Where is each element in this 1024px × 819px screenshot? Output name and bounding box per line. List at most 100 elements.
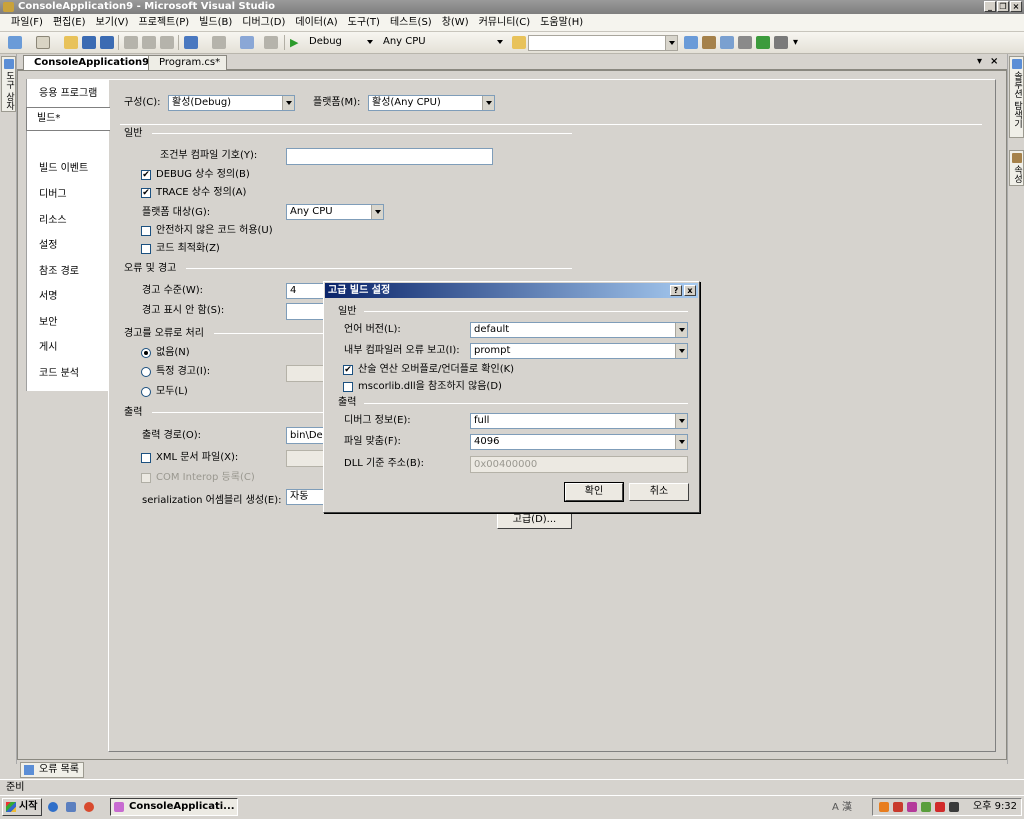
ime-indicator[interactable]: A 漢 (832, 802, 852, 814)
menu-data[interactable]: 데이터(A) (290, 14, 342, 32)
platform-target-select[interactable]: Any CPU (286, 204, 384, 220)
nav-debug[interactable]: 디버그 (39, 189, 67, 201)
open-file-icon[interactable] (64, 36, 78, 49)
solution-platform-combo[interactable]: Any CPU (380, 35, 506, 51)
nav-reference-paths[interactable]: 참조 경로 (39, 266, 79, 278)
menu-build[interactable]: 빌드(B) (194, 14, 237, 32)
optimize-checkbox[interactable] (141, 244, 151, 254)
tab-project-properties[interactable]: ConsoleApplication9* (23, 55, 162, 71)
copy-icon[interactable] (142, 36, 156, 49)
start-debug-icon[interactable]: ▶ (290, 36, 304, 49)
redo-icon[interactable] (212, 36, 226, 49)
navigate-icon[interactable] (240, 36, 254, 49)
properties-icon[interactable] (702, 36, 716, 49)
compiler-error-select[interactable]: prompt (470, 343, 688, 359)
menu-debug[interactable]: 디버그(D) (237, 14, 290, 32)
taskbar-item-visual-studio[interactable]: ConsoleApplicati... (110, 798, 238, 816)
save-icon[interactable] (82, 36, 96, 49)
lang-version-select[interactable]: default (470, 322, 688, 338)
cancel-button[interactable]: 취소 (629, 483, 689, 501)
cond-symbols-input[interactable] (286, 148, 493, 165)
find-in-files-icon[interactable] (512, 36, 526, 49)
menu-file[interactable]: 파일(F) (6, 14, 48, 32)
tray-app-icon-4[interactable] (921, 802, 931, 812)
toolbox-side-tab[interactable]: 도구 상자 (1, 56, 16, 112)
properties-side-tab[interactable]: 속성 (1009, 150, 1024, 186)
xml-doc-checkbox[interactable] (141, 453, 151, 463)
toolbox-icon[interactable] (738, 36, 752, 49)
add-item-icon[interactable] (36, 36, 50, 49)
debug-const-checkbox[interactable]: ✔ (141, 170, 151, 180)
more-tools-icon[interactable] (774, 36, 788, 49)
object-browser-icon[interactable] (720, 36, 734, 49)
solution-config-combo[interactable]: Debug (306, 35, 376, 51)
nav-publish[interactable]: 게시 (39, 342, 57, 354)
nav-resources[interactable]: 리소스 (39, 215, 67, 227)
ok-button[interactable]: 확인 (564, 482, 624, 502)
output-path-input[interactable]: bin\De (286, 427, 324, 444)
tray-app-icon-1[interactable] (879, 802, 889, 812)
nav-security[interactable]: 보안 (39, 317, 57, 329)
restore-button[interactable]: ❐ (997, 1, 1009, 12)
tray-app-icon-2[interactable] (893, 802, 903, 812)
warning-level-select[interactable]: 4 (286, 283, 324, 299)
advanced-button[interactable]: 고급(D)... (497, 511, 572, 529)
specific-warnings-input[interactable] (286, 365, 324, 382)
menu-view[interactable]: 보기(V) (91, 14, 134, 32)
paste-icon[interactable] (160, 36, 174, 49)
menu-test[interactable]: 테스트(S) (385, 14, 437, 32)
no-mscorlib-checkbox[interactable] (343, 382, 353, 392)
solution-explorer-side-tab[interactable]: 솔루션 탐색기 (1009, 56, 1024, 138)
error-list-tab[interactable]: 오류 목록 (20, 762, 84, 778)
dll-base-input[interactable]: 0x00400000 (470, 456, 688, 473)
platform-select[interactable]: 활성(Any CPU) (368, 95, 495, 111)
cut-icon[interactable] (124, 36, 138, 49)
tab-program-cs[interactable]: Program.cs* (148, 55, 228, 70)
toolbar-overflow-icon[interactable]: ▾ (793, 37, 798, 49)
menu-project[interactable]: 프로젝트(P) (134, 14, 195, 32)
dialog-help-button[interactable]: ? (670, 285, 682, 296)
menu-tools[interactable]: 도구(T) (343, 14, 385, 32)
unsafe-code-checkbox[interactable] (141, 226, 151, 236)
start-page-icon[interactable] (756, 36, 770, 49)
close-document-icon[interactable]: × (990, 56, 998, 68)
config-select[interactable]: 활성(Debug) (168, 95, 295, 111)
nav-code-analysis[interactable]: 코드 분석 (39, 368, 79, 380)
tab-list-dropdown-icon[interactable]: ▾ (977, 56, 982, 68)
dialog-close-button[interactable]: x (684, 285, 696, 296)
menu-community[interactable]: 커뮤니티(C) (474, 14, 536, 32)
nav-settings[interactable]: 설정 (39, 240, 57, 252)
start-button[interactable]: 시작 (2, 798, 42, 816)
close-window-button[interactable]: × (1010, 1, 1022, 12)
ie-icon[interactable] (48, 802, 58, 812)
tray-app-icon-6[interactable] (949, 802, 959, 812)
nav-build-selected[interactable]: 빌드* (26, 107, 110, 131)
tray-app-icon-5[interactable] (935, 802, 945, 812)
trace-const-checkbox[interactable]: ✔ (141, 188, 151, 198)
undo-icon[interactable] (184, 36, 198, 49)
treat-specific-radio[interactable] (141, 367, 151, 377)
menu-help[interactable]: 도움말(H) (535, 14, 588, 32)
com-interop-checkbox[interactable] (141, 473, 151, 483)
save-all-icon[interactable] (100, 36, 114, 49)
solution-explorer-icon[interactable] (684, 36, 698, 49)
minimize-button[interactable]: _ (984, 1, 996, 12)
treat-none-radio[interactable] (141, 348, 151, 358)
xml-doc-input[interactable] (286, 450, 324, 467)
file-align-select[interactable]: 4096 (470, 434, 688, 450)
nav-signing[interactable]: 서명 (39, 291, 57, 303)
tray-app-icon-3[interactable] (907, 802, 917, 812)
serialization-select[interactable]: 자동 (286, 489, 324, 505)
find-combo[interactable] (528, 35, 678, 51)
debug-info-select[interactable]: full (470, 413, 688, 429)
treat-all-radio[interactable] (141, 387, 151, 397)
overflow-check-checkbox[interactable]: ✔ (343, 365, 353, 375)
menu-edit[interactable]: 편집(E) (48, 14, 91, 32)
new-project-icon[interactable] (8, 36, 22, 49)
chrome-icon[interactable] (84, 802, 94, 812)
show-desktop-icon[interactable] (66, 802, 76, 812)
navigate-forward-icon[interactable] (264, 36, 278, 49)
nav-application[interactable]: 응용 프로그램 (39, 88, 97, 100)
menu-window[interactable]: 창(W) (437, 14, 474, 32)
suppress-warnings-input[interactable] (286, 303, 324, 320)
